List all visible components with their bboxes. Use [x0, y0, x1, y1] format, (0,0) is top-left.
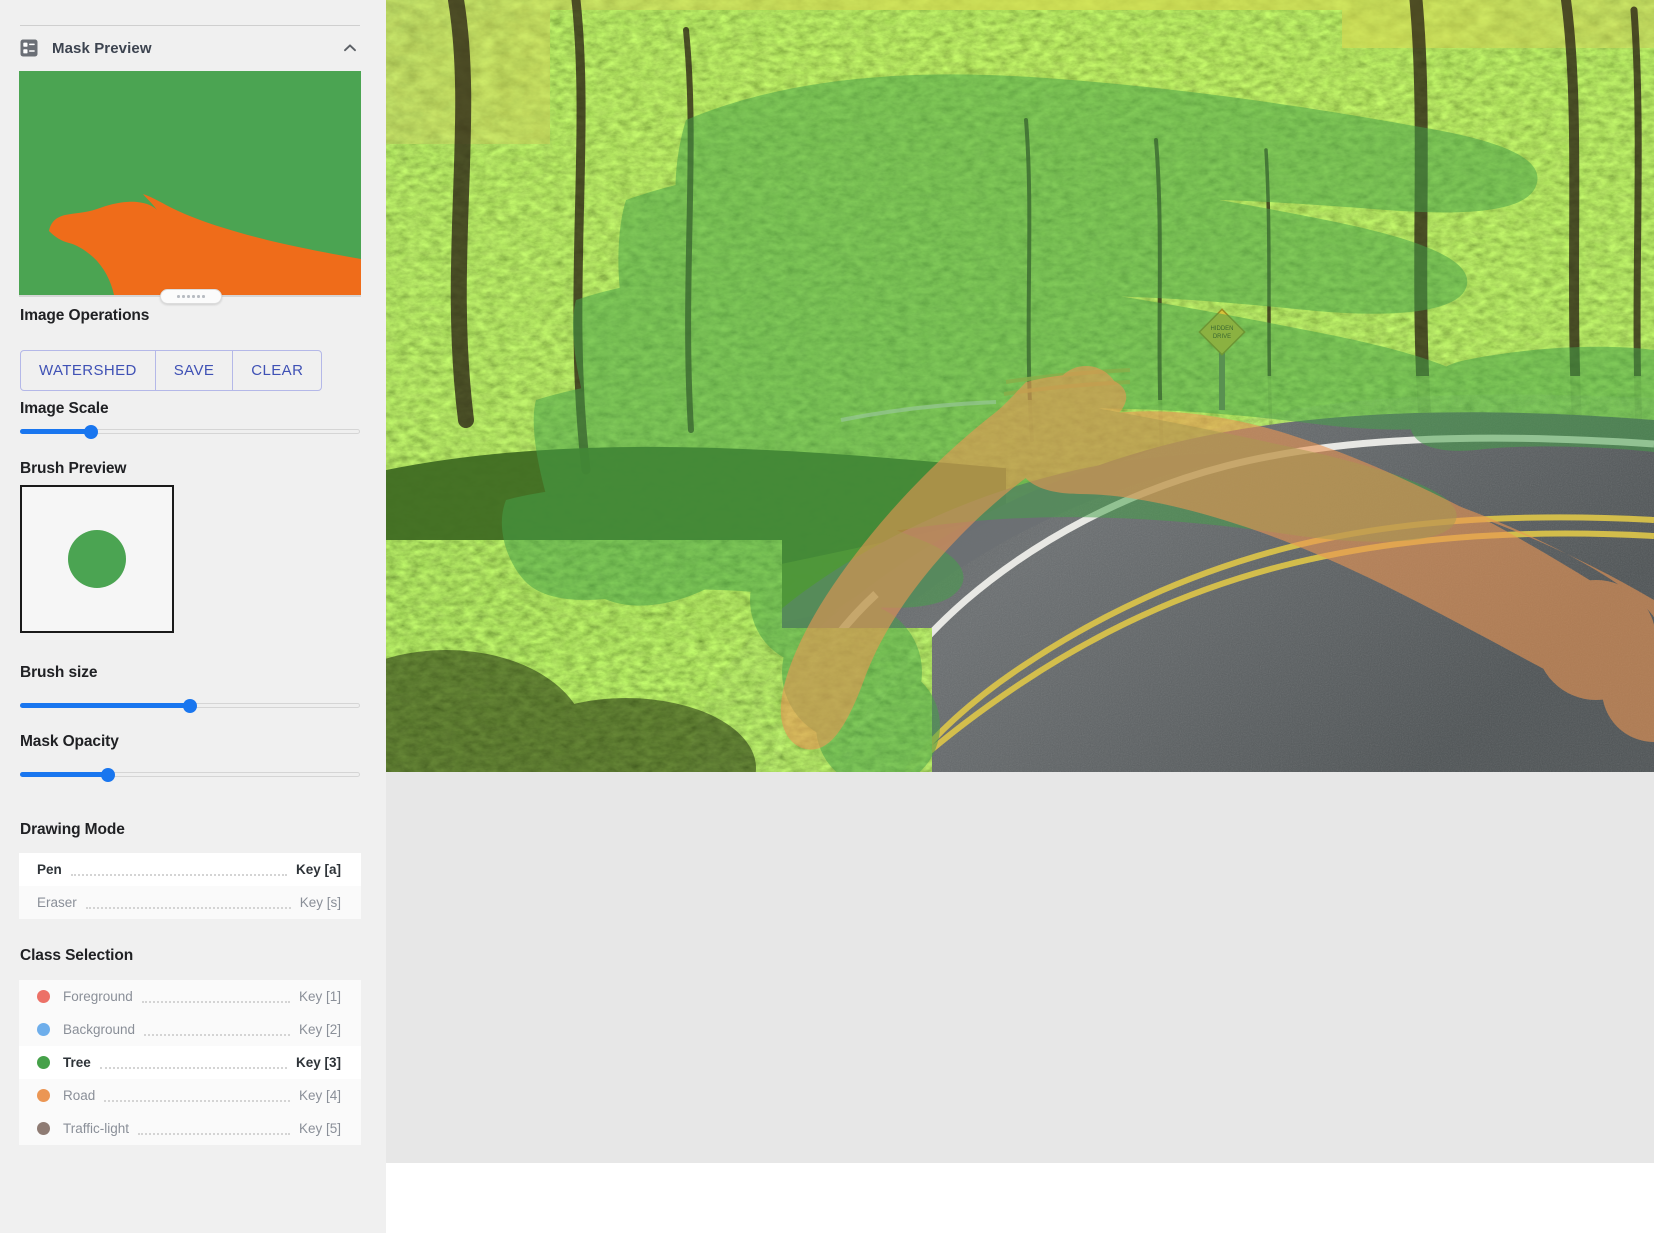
- mask-opacity-label: Mask Opacity: [20, 733, 119, 750]
- option-shortcut: Key [2]: [298, 1022, 341, 1037]
- clear-button[interactable]: CLEAR: [233, 351, 321, 390]
- drawing-mode-item-pen[interactable]: Pen Key [a]: [19, 853, 361, 886]
- image-operations-button-group: WATERSHED SAVE CLEAR: [20, 350, 323, 391]
- brush-preview-label: Brush Preview: [20, 460, 127, 477]
- brush-size-slider[interactable]: [20, 697, 360, 715]
- mask-thumb-road-region: [49, 194, 361, 295]
- option-shortcut: Key [4]: [298, 1088, 341, 1103]
- option-label: Road: [63, 1088, 96, 1103]
- image-scale-slider[interactable]: [20, 423, 360, 441]
- option-shortcut: Key [1]: [298, 989, 341, 1004]
- option-shortcut: Key [3]: [295, 1055, 341, 1070]
- class-color-swatch-icon: [37, 1023, 50, 1036]
- class-item-foreground[interactable]: Foreground Key [1]: [19, 980, 361, 1013]
- class-color-swatch-icon: [37, 990, 50, 1003]
- app-root: Mask Preview Image Operations WATERSHED …: [0, 0, 1654, 1233]
- option-leader-dots: [85, 906, 291, 909]
- class-selection-label: Class Selection: [20, 947, 134, 964]
- grip-dot: [177, 295, 180, 298]
- option-label: Pen: [37, 862, 62, 877]
- class-item-road[interactable]: Road Key [4]: [19, 1079, 361, 1112]
- grip-dot: [192, 295, 195, 298]
- tools-sidebar: Mask Preview Image Operations WATERSHED …: [0, 0, 386, 1163]
- mask-overlay-layer: [501, 74, 1654, 772]
- slider-knob[interactable]: [84, 425, 99, 439]
- option-leader-dots: [138, 1132, 290, 1135]
- brush-preview-dot: [68, 530, 126, 588]
- brush-preview-box: [20, 485, 174, 633]
- option-leader-dots: [99, 1066, 287, 1069]
- class-color-swatch-icon: [37, 1089, 50, 1102]
- drawing-mode-label: Drawing Mode: [20, 821, 125, 838]
- canvas-area: HIDDEN DRIVE: [386, 0, 1654, 1163]
- image-scale-label: Image Scale: [20, 400, 109, 417]
- mask-preview-title: Mask Preview: [52, 39, 152, 57]
- grip-dot: [182, 295, 185, 298]
- option-label: Tree: [63, 1055, 91, 1070]
- option-shortcut: Key [a]: [295, 862, 341, 877]
- class-selection-list: Foreground Key [1] Background Key [2] Tr…: [19, 980, 361, 1145]
- grip-dot: [187, 295, 190, 298]
- option-label: Eraser: [37, 895, 77, 910]
- slider-fill: [20, 429, 92, 434]
- slider-knob[interactable]: [183, 699, 197, 713]
- grip-dot: [202, 295, 205, 298]
- slider-fill: [20, 703, 190, 708]
- drawing-mode-list: Pen Key [a] Eraser Key [s]: [19, 853, 361, 919]
- annotation-canvas[interactable]: HIDDEN DRIVE: [386, 0, 1654, 772]
- save-button[interactable]: SAVE: [156, 351, 234, 390]
- option-label: Foreground: [63, 989, 133, 1004]
- watershed-button[interactable]: WATERSHED: [21, 351, 156, 390]
- option-shortcut: Key [5]: [298, 1121, 341, 1136]
- image-operations-label: Image Operations: [20, 307, 150, 324]
- option-leader-dots: [104, 1099, 290, 1102]
- drawing-mode-item-eraser[interactable]: Eraser Key [s]: [19, 886, 361, 919]
- class-item-tree[interactable]: Tree Key [3]: [19, 1046, 361, 1079]
- class-color-swatch-icon: [37, 1056, 50, 1069]
- mask-preview-panel-header[interactable]: Mask Preview: [20, 33, 360, 63]
- option-leader-dots: [70, 873, 287, 876]
- thumbnail-resize-handle[interactable]: [160, 289, 222, 304]
- slider-knob[interactable]: [101, 768, 116, 782]
- mask-opacity-slider[interactable]: [20, 766, 360, 784]
- sidebar-bottom-spacer: [0, 1163, 386, 1233]
- option-leader-dots: [141, 1000, 290, 1003]
- grip-dot: [197, 295, 200, 298]
- class-item-background[interactable]: Background Key [2]: [19, 1013, 361, 1046]
- class-color-swatch-icon: [37, 1122, 50, 1135]
- option-shortcut: Key [s]: [299, 895, 341, 910]
- sidebar-top-divider: [20, 25, 360, 26]
- option-label: Background: [63, 1022, 136, 1037]
- option-label: Traffic-light: [63, 1121, 130, 1136]
- slider-fill: [20, 772, 109, 777]
- chevron-up-icon[interactable]: [340, 38, 360, 58]
- page-bottom-spacer: [386, 1163, 1654, 1233]
- brush-size-label: Brush size: [20, 664, 98, 681]
- list-box-icon: [20, 39, 38, 57]
- class-item-traffic-light[interactable]: Traffic-light Key [5]: [19, 1112, 361, 1145]
- option-leader-dots: [144, 1033, 290, 1036]
- mask-preview-thumbnail[interactable]: [19, 71, 361, 295]
